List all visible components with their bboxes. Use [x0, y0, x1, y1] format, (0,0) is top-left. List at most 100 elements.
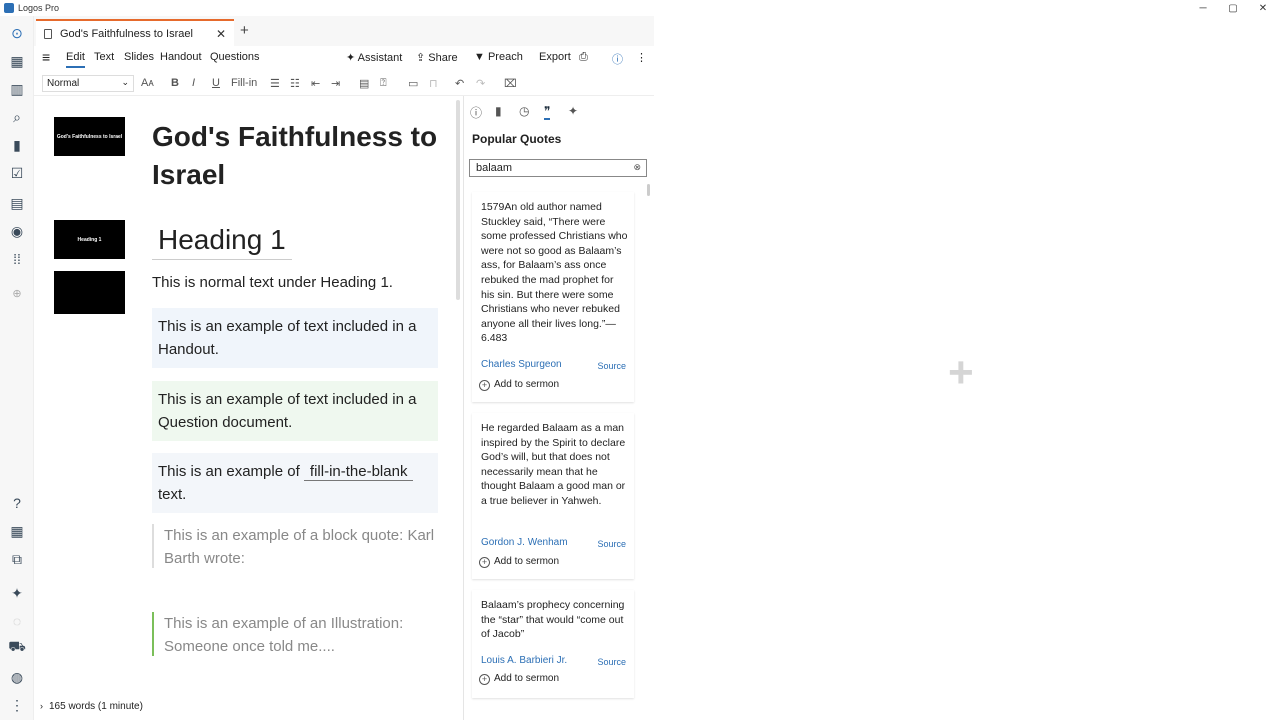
title-bar: Logos Pro: [0, 0, 1280, 16]
slide-icon[interactable]: ▭: [408, 77, 418, 90]
quote-author[interactable]: Louis A. Barbieri Jr.: [481, 654, 567, 669]
document-tab[interactable]: God's Faithfulness to Israel ✕: [36, 19, 234, 46]
question-block[interactable]: This is an example of text included in a…: [152, 381, 438, 441]
tools-grid-icon[interactable]: ⁞⁞: [8, 250, 26, 268]
quote-text: He regarded Balaam as a man inspired by …: [481, 422, 626, 507]
question-icon[interactable]: ⍰: [380, 77, 387, 90]
left-rail: ⊙ ▦ ▥ ⌕ ▮ ☑ ▤ ◉ ⁞⁞ ⊕ ? ▦ ⧉ ✦ ◌ ⛟ ◍ ⋮: [0, 16, 34, 720]
source-link[interactable]: Source: [597, 537, 626, 552]
slide-thumbnail[interactable]: [54, 271, 125, 314]
paragraph-style-select[interactable]: Normal ⌄: [42, 75, 134, 92]
add-to-sermon-button[interactable]: + Add to sermon: [479, 672, 559, 687]
slide-thumbnail[interactable]: God's Faithfulness to Israel: [54, 117, 125, 156]
help-icon[interactable]: ?: [8, 494, 26, 512]
add-icon[interactable]: ⊕: [8, 284, 26, 302]
panel-scrollbar[interactable]: [647, 184, 650, 196]
dashboard-icon[interactable]: ▦: [8, 52, 26, 70]
add-panel-icon[interactable]: +: [948, 348, 974, 398]
guides-icon[interactable]: ▮: [8, 136, 26, 154]
outdent-icon[interactable]: ⇤: [311, 77, 320, 90]
tab-text[interactable]: Text: [94, 51, 114, 63]
documents-icon[interactable]: ▤: [8, 194, 26, 212]
quote-author[interactable]: Gordon J. Wenham: [481, 536, 568, 551]
fill-in-blank[interactable]: fill-in-the-blank: [303, 463, 414, 481]
source-link[interactable]: Source: [597, 359, 626, 374]
assistant-icon[interactable]: ✦: [8, 584, 26, 602]
logos-logo-icon: [4, 3, 14, 13]
editor-scrollbar[interactable]: [456, 100, 460, 300]
tab-bar: God's Faithfulness to Israel ✕ +: [34, 16, 654, 46]
history-tab-icon[interactable]: ◷: [519, 104, 529, 118]
library-icon[interactable]: ▥: [8, 80, 26, 98]
preach-button[interactable]: ▼ Preach: [474, 51, 523, 63]
quote-card: 1579An old author named Stuckley said, “…: [472, 192, 634, 402]
share-button[interactable]: ⇪ Share: [416, 51, 458, 64]
add-label: Add to sermon: [494, 673, 560, 684]
quote-card: He regarded Balaam as a man inspired by …: [472, 413, 634, 579]
layouts-icon[interactable]: ▦: [8, 522, 26, 540]
bold-button[interactable]: B: [171, 77, 179, 89]
document-icon: [44, 28, 52, 39]
book-tab-icon[interactable]: ▮: [495, 104, 502, 118]
fill-in-suffix: text.: [158, 486, 187, 503]
tab-edit[interactable]: Edit: [66, 51, 85, 68]
info-icon[interactable]: ⓘ: [612, 51, 623, 67]
cart-icon[interactable]: ⛟: [8, 638, 26, 656]
clear-search-icon[interactable]: ⊗: [633, 162, 641, 173]
fill-in-button[interactable]: Fill-in: [231, 77, 257, 89]
italic-button[interactable]: I: [192, 77, 195, 89]
sync-icon[interactable]: ⧉: [8, 550, 26, 568]
slide-thumbnail[interactable]: Heading 1: [54, 220, 125, 259]
atlas-icon[interactable]: ◉: [8, 222, 26, 240]
numbered-list-icon[interactable]: ☷: [290, 77, 300, 90]
fill-in-block[interactable]: This is an example of fill-in-the-blank …: [152, 453, 438, 513]
handout-block[interactable]: This is an example of text included in a…: [152, 308, 438, 368]
indent-icon[interactable]: ⇥: [331, 77, 340, 90]
sparkle-icon: ✦: [346, 52, 358, 64]
normal-paragraph[interactable]: This is normal text under Heading 1.: [152, 274, 393, 291]
minimize-button[interactable]: ─: [1188, 0, 1218, 16]
maximize-button[interactable]: ▢: [1218, 0, 1248, 16]
checklist-icon[interactable]: ☑: [8, 164, 26, 182]
print-icon[interactable]: ⎙: [579, 51, 588, 64]
more-icon[interactable]: ⋮: [8, 696, 26, 714]
document-editor[interactable]: God's Faithfulness to Israel Heading 1 T…: [140, 96, 456, 696]
hamburger-menu-icon[interactable]: ≡: [42, 49, 50, 65]
tab-questions[interactable]: Questions: [210, 51, 260, 63]
menu-bar: ≡ Edit Text Slides Handout Questions ✦ A…: [34, 46, 654, 70]
quotes-tab-icon[interactable]: ❞: [544, 104, 551, 120]
tab-handout[interactable]: Handout: [160, 51, 202, 63]
more-options-icon[interactable]: ⋮: [636, 51, 647, 64]
word-count: 165 words (1 minute): [49, 700, 143, 712]
account-icon[interactable]: ◍: [8, 668, 26, 686]
tab-slides[interactable]: Slides: [124, 51, 154, 63]
home-icon[interactable]: ⊙: [8, 24, 26, 42]
close-window-button[interactable]: ✕: [1248, 0, 1278, 16]
document-title[interactable]: God's Faithfulness to Israel: [152, 118, 452, 194]
new-tab-button[interactable]: +: [240, 22, 249, 39]
info-tab-icon[interactable]: ⓘ: [470, 104, 482, 121]
bookmark-icon[interactable]: ⊓: [429, 77, 438, 90]
quote-author[interactable]: Charles Spurgeon: [481, 358, 562, 373]
assistant-button[interactable]: ✦ Assistant: [346, 51, 402, 64]
underline-button[interactable]: U: [212, 77, 220, 89]
quote-search-input[interactable]: balaam ⊗: [469, 159, 647, 177]
bullet-list-icon[interactable]: ☰: [270, 77, 280, 90]
font-size-button[interactable]: Aᴀ: [141, 77, 154, 89]
add-to-sermon-button[interactable]: + Add to sermon: [479, 555, 559, 570]
clear-formatting-icon[interactable]: ⌧: [504, 77, 517, 90]
add-to-sermon-button[interactable]: + Add to sermon: [479, 378, 559, 393]
redo-icon[interactable]: ↷: [476, 77, 485, 90]
chevron-right-icon[interactable]: ›: [40, 701, 43, 711]
source-link[interactable]: Source: [597, 655, 626, 670]
search-icon[interactable]: ⌕: [8, 108, 26, 126]
close-tab-icon[interactable]: ✕: [216, 27, 226, 41]
heading-1[interactable]: Heading 1: [152, 224, 292, 260]
style-value: Normal: [47, 78, 80, 89]
handout-icon[interactable]: ▤: [359, 77, 369, 90]
block-quote[interactable]: This is an example of a block quote: Kar…: [152, 524, 442, 568]
illustration-block[interactable]: This is an example of an Illustration: S…: [152, 612, 442, 656]
undo-icon[interactable]: ↶: [455, 77, 464, 90]
sparkle-tab-icon[interactable]: ✦: [568, 104, 578, 118]
export-button[interactable]: Export: [539, 51, 571, 63]
